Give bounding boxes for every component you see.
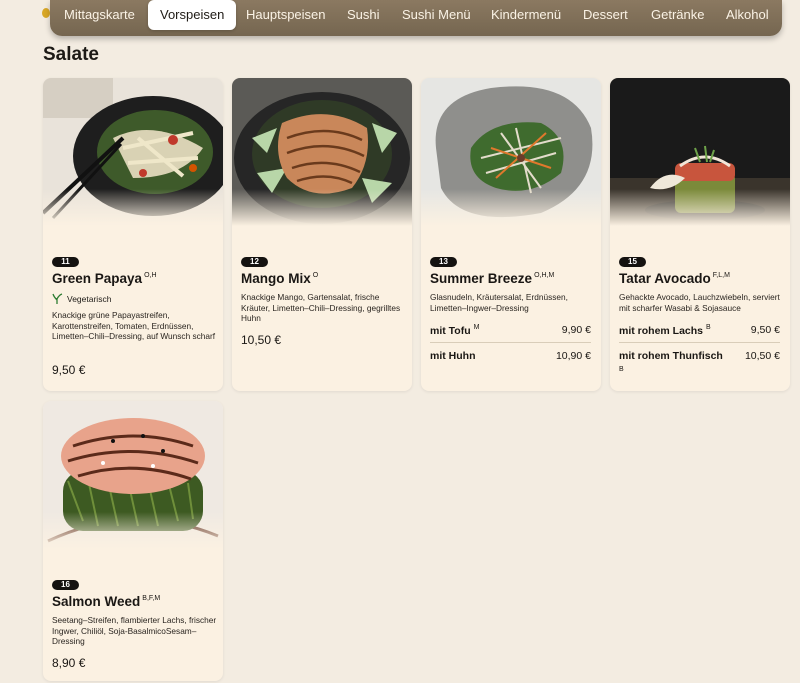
dish-photo bbox=[43, 78, 223, 226]
allergen-codes: O,H bbox=[144, 272, 157, 279]
category-nav: Mittagskarte Vorspeisen Hauptspeisen Sus… bbox=[50, 0, 782, 36]
tab-kindermenue[interactable]: Kindermenü bbox=[491, 7, 561, 23]
tab-alkohol[interactable]: Alkohol bbox=[726, 7, 769, 23]
dish-card[interactable]: 15 Tatar Avocado F,L,M Gehackte Avocado, … bbox=[610, 78, 790, 391]
variant-label: mit rohem Lachs B bbox=[619, 324, 711, 337]
leaf-icon bbox=[52, 293, 63, 304]
dish-description: Seetang–Streifen, flambierter Lachs, fri… bbox=[52, 615, 217, 647]
tab-sushi[interactable]: Sushi bbox=[347, 7, 380, 23]
variant-option[interactable]: mit Huhn 10,90 € bbox=[430, 350, 591, 372]
variant-price: 10,90 € bbox=[555, 350, 591, 362]
section-title: Salate bbox=[43, 44, 99, 65]
tab-sushi-menue[interactable]: Sushi Menü bbox=[402, 7, 471, 23]
dish-description: Knackige Mango, Gartensalat, frische Krä… bbox=[241, 292, 401, 324]
tab-dessert[interactable]: Dessert bbox=[583, 7, 628, 23]
dish-photo bbox=[43, 401, 223, 549]
divider bbox=[619, 342, 780, 343]
dish-number-badge: 15 bbox=[619, 257, 646, 267]
dish-price: 9,50 € bbox=[52, 363, 86, 377]
nav-decoration bbox=[42, 8, 50, 18]
tab-getraenke[interactable]: Getränke bbox=[651, 7, 704, 23]
dish-name: Summer Breeze O,H,M bbox=[430, 271, 555, 286]
dish-number-badge: 13 bbox=[430, 257, 457, 267]
allergen-codes: O,H,M bbox=[534, 272, 555, 279]
dish-description: Gehackte Avocado, Lauchzwiebeln, servier… bbox=[619, 292, 780, 313]
dish-photo bbox=[232, 78, 412, 226]
divider bbox=[430, 342, 591, 343]
variant-price: 9,90 € bbox=[561, 324, 591, 336]
dish-name: Tatar Avocado F,L,M bbox=[619, 271, 730, 286]
dish-description: Glasnudeln, Kräutersalat, Erdnüssen, Lim… bbox=[430, 292, 568, 313]
allergen-codes: F,L,M bbox=[712, 272, 730, 279]
variant-price: 9,50 € bbox=[750, 324, 780, 336]
allergen-codes: O bbox=[312, 272, 319, 279]
dish-name: Green Papaya O,H bbox=[52, 271, 157, 286]
dish-price: 10,50 € bbox=[241, 333, 282, 347]
dish-card[interactable]: 12 Mango Mix O Knackige Mango, Gartensala… bbox=[232, 78, 412, 391]
dish-name: Salmon Weed B,F,M bbox=[52, 594, 161, 609]
dish-card[interactable]: 11 Green Papaya O,H Vegetarisch Knackige … bbox=[43, 78, 223, 391]
variant-label: mit rohem Thunfisch B bbox=[619, 350, 723, 373]
variant-label: mit Tofu M bbox=[430, 324, 480, 337]
tab-hauptspeisen[interactable]: Hauptspeisen bbox=[246, 7, 326, 23]
dish-photo bbox=[421, 78, 601, 226]
variant-price: 10,50 € bbox=[744, 350, 780, 362]
dish-card[interactable]: 13 Summer Breeze O,H,M Glasnudeln, Kräute… bbox=[421, 78, 601, 391]
dish-card[interactable]: 16 Salmon Weed B,F,M Seetang–Streifen, fl… bbox=[43, 401, 223, 681]
dish-number-badge: 16 bbox=[52, 580, 79, 590]
dish-price: 8,90 € bbox=[52, 656, 86, 670]
dish-photo bbox=[610, 78, 790, 226]
vegetarian-label: Vegetarisch bbox=[67, 294, 112, 304]
dish-number-badge: 12 bbox=[241, 257, 268, 267]
tab-vorspeisen[interactable]: Vorspeisen bbox=[148, 0, 237, 30]
dish-number-badge: 11 bbox=[52, 257, 79, 267]
vegetarian-tag: Vegetarisch bbox=[52, 293, 111, 305]
dish-description: Knackige grüne Papayastreifen, Karottens… bbox=[52, 310, 216, 342]
variant-label: mit Huhn bbox=[430, 350, 476, 362]
variant-option[interactable]: mit rohem Thunfisch B 10,50 € bbox=[619, 350, 780, 376]
allergen-codes: B,F,M bbox=[142, 595, 161, 602]
tab-mittagskarte[interactable]: Mittagskarte bbox=[64, 7, 135, 23]
dish-name: Mango Mix O bbox=[241, 271, 319, 286]
